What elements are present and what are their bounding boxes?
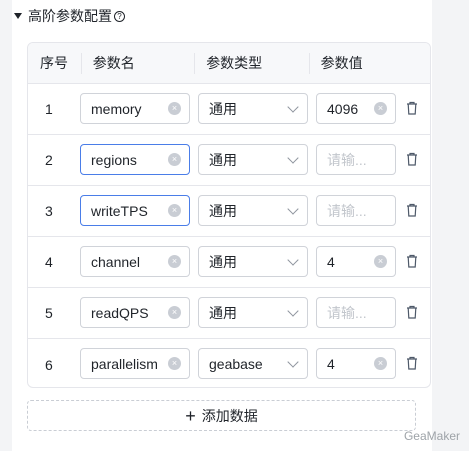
add-data-label: 添加数据 — [201, 407, 258, 424]
chevron-down-icon — [287, 152, 299, 164]
col-name: 参数名 — [80, 43, 194, 84]
row-index: 1 — [45, 101, 53, 117]
chevron-down-icon — [287, 101, 299, 113]
col-index: 序号 — [40, 55, 68, 71]
chevron-down-icon — [287, 305, 299, 317]
row-index: 4 — [45, 254, 53, 270]
param-value-text: 请输... — [327, 202, 367, 219]
plus-icon: + — [185, 405, 196, 426]
clear-icon[interactable]: × — [374, 102, 387, 115]
param-type-select[interactable]: 通用 — [198, 195, 308, 226]
clear-icon[interactable]: × — [168, 306, 181, 319]
param-type-select[interactable]: geabase — [198, 348, 308, 379]
clear-icon[interactable]: × — [168, 357, 181, 370]
table-body: 1 memory × 通用 4096 × 2 regions × 通用 请输..… — [28, 84, 430, 387]
delete-icon[interactable] — [406, 152, 418, 166]
clear-icon[interactable]: × — [168, 153, 181, 166]
param-name-input[interactable]: regions × — [80, 144, 190, 175]
caret-down-icon[interactable] — [14, 13, 22, 19]
param-value-input[interactable]: 4 × — [316, 246, 396, 277]
col-type: 参数类型 — [194, 43, 308, 84]
param-name-value: memory — [91, 100, 142, 117]
param-name-input[interactable]: readQPS × — [80, 297, 190, 328]
table-row: 1 memory × 通用 4096 × — [28, 84, 430, 135]
param-type-value: 通用 — [209, 202, 237, 219]
row-index: 6 — [45, 356, 53, 373]
param-name-value: channel — [91, 253, 141, 270]
param-value-input[interactable]: 4096 × — [316, 93, 396, 124]
param-value-input[interactable]: 请输... — [316, 195, 396, 226]
help-icon[interactable]: ? — [114, 10, 125, 22]
clear-icon[interactable]: × — [374, 255, 387, 268]
param-type-select[interactable]: 通用 — [198, 246, 308, 277]
param-value-text: 4 — [327, 253, 335, 270]
param-type-select[interactable]: 通用 — [198, 144, 308, 175]
params-table: 序号 参数名 参数类型 参数值 1 memory × 通用 4096 × 2 r… — [27, 42, 431, 388]
table-row: 3 writeTPS × 通用 请输... — [28, 186, 430, 237]
param-type-value: 通用 — [209, 151, 237, 168]
delete-icon[interactable] — [406, 305, 418, 319]
param-name-value: readQPS — [91, 304, 149, 321]
table-row: 6 parallelism × geabase 4 × — [28, 339, 430, 387]
table-header: 序号 参数名 参数类型 参数值 — [28, 43, 430, 84]
chevron-down-icon — [287, 356, 299, 368]
table-row: 4 channel × 通用 4 × — [28, 237, 430, 288]
param-name-value: writeTPS — [91, 202, 148, 219]
chevron-down-icon — [287, 203, 299, 215]
table-row: 5 readQPS × 通用 请输... — [28, 288, 430, 339]
delete-icon[interactable] — [406, 356, 418, 370]
param-name-input[interactable]: parallelism × — [80, 348, 190, 379]
param-type-value: 通用 — [209, 253, 237, 270]
delete-icon[interactable] — [406, 203, 418, 217]
delete-icon[interactable] — [406, 101, 418, 115]
param-value-text: 4 — [327, 355, 335, 372]
param-value-input[interactable]: 请输... — [316, 297, 396, 328]
param-type-value: geabase — [209, 355, 263, 372]
param-name-value: parallelism — [91, 355, 158, 372]
param-type-select[interactable]: 通用 — [198, 297, 308, 328]
table-row: 2 regions × 通用 请输... — [28, 135, 430, 186]
watermark: GeaMaker — [403, 429, 460, 443]
param-value-text: 4096 — [327, 100, 359, 117]
clear-icon[interactable]: × — [168, 102, 181, 115]
add-data-button[interactable]: + 添加数据 — [27, 400, 416, 431]
clear-icon[interactable]: × — [374, 357, 387, 370]
param-value-input[interactable]: 请输... — [316, 144, 396, 175]
param-type-value: 通用 — [209, 304, 237, 321]
section-header[interactable]: 高阶参数配置 ? — [14, 6, 125, 26]
section-title: 高阶参数配置 — [28, 8, 112, 24]
clear-icon[interactable]: × — [168, 204, 181, 217]
param-name-value: regions — [91, 151, 137, 168]
row-index: 2 — [45, 152, 53, 168]
col-value: 参数值 — [308, 43, 430, 84]
chevron-down-icon — [287, 254, 299, 266]
delete-icon[interactable] — [406, 254, 418, 268]
param-name-input[interactable]: writeTPS × — [80, 195, 190, 226]
row-index: 3 — [45, 203, 53, 219]
param-value-text: 请输... — [327, 151, 367, 168]
row-index: 5 — [45, 305, 53, 321]
param-name-input[interactable]: channel × — [80, 246, 190, 277]
param-type-select[interactable]: 通用 — [198, 93, 308, 124]
param-name-input[interactable]: memory × — [80, 93, 190, 124]
param-value-input[interactable]: 4 × — [316, 348, 396, 379]
clear-icon[interactable]: × — [168, 255, 181, 268]
param-type-value: 通用 — [209, 100, 237, 117]
param-value-text: 请输... — [327, 304, 367, 321]
